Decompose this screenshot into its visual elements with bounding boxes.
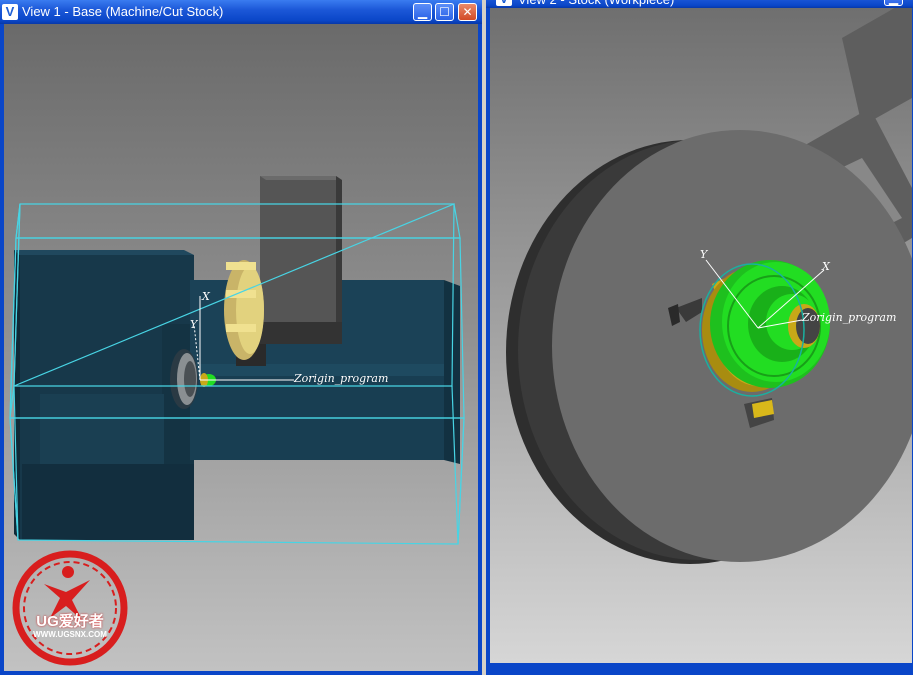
origin-label-view2: Zorigin_program (801, 311, 896, 324)
logo-emblem-icon (12, 550, 128, 666)
stock-3d-scene: Y X Zorigin_program (506, 8, 912, 564)
origin-label-view1: Zorigin_program (293, 372, 388, 385)
maximize-button[interactable]: ☐ (435, 3, 454, 21)
view1-title: View 1 - Base (Machine/Cut Stock) (22, 4, 224, 19)
logo-brand-text: UG爱好者 (36, 613, 104, 630)
ugsnx-watermark-logo: UG爱好者 WWW.UGSNX.COM (10, 548, 130, 668)
axis-x-label-view2: X (821, 260, 831, 273)
view1-titlebar[interactable]: V View 1 - Base (Machine/Cut Stock) ▁ ☐ … (0, 0, 482, 24)
view2-viewport[interactable]: Y X Zorigin_program (490, 8, 912, 663)
minimize-button[interactable]: ▁ (413, 3, 432, 21)
view2-titlebar[interactable]: V View 2 - Stock (Workpiece) ▁ (486, 0, 913, 8)
close-button[interactable]: ✕ (458, 3, 477, 21)
view2-title: View 2 - Stock (Workpiece) (518, 0, 674, 8)
logo-url-text: WWW.UGSNX.COM (33, 630, 107, 639)
view2-window: V View 2 - Stock (Workpiece) ▁ (486, 0, 913, 675)
axis-x-label-view1: X (201, 290, 211, 303)
app-icon: V (2, 4, 18, 20)
app-icon: V (496, 0, 512, 6)
minimize-button[interactable]: ▁ (884, 0, 903, 6)
